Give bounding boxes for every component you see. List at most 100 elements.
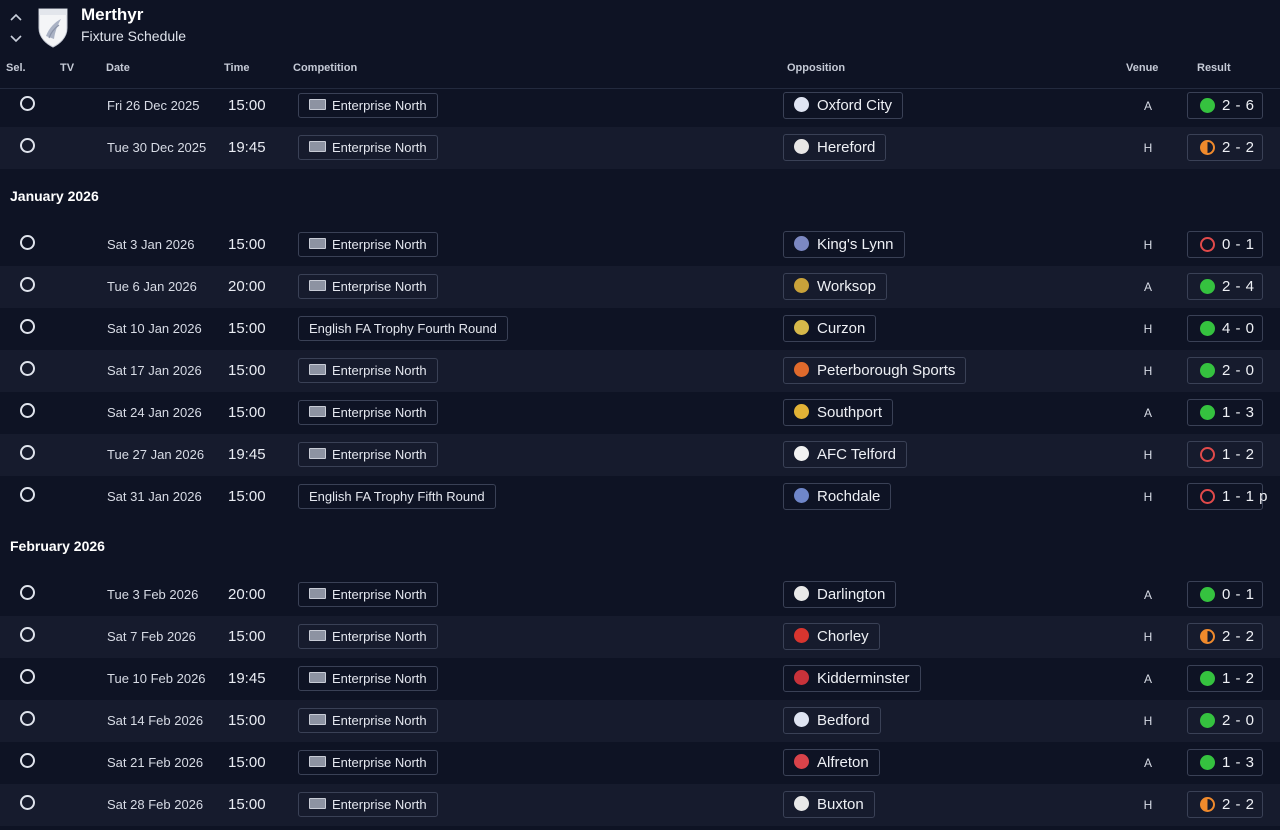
opposition-button[interactable]: Southport xyxy=(783,399,894,426)
select-radio[interactable] xyxy=(20,138,35,153)
competition-name: Enterprise North xyxy=(332,405,427,420)
fixture-row[interactable]: Tue 27 Jan 2026 19:45 Enterprise North AFC … xyxy=(0,434,1280,476)
fixture-date: Sat 7 Feb 2026 xyxy=(107,629,196,644)
opposition-button[interactable]: Chorley xyxy=(783,623,880,650)
fixture-row[interactable]: Tue 10 Feb 2026 19:45 Enterprise North Kidd… xyxy=(0,658,1280,700)
select-radio[interactable] xyxy=(20,235,35,250)
select-radio[interactable] xyxy=(20,487,35,502)
select-radio[interactable] xyxy=(20,361,35,376)
result-button[interactable]: 1 - 2 xyxy=(1187,665,1263,692)
column-header-sel[interactable]: Sel. xyxy=(6,62,26,74)
select-radio[interactable] xyxy=(20,669,35,684)
competition-button[interactable]: English FA Trophy Fifth Round xyxy=(298,484,496,509)
competition-button[interactable]: Enterprise North xyxy=(298,582,438,607)
opposition-button[interactable]: Darlington xyxy=(783,581,897,608)
column-header-competition[interactable]: Competition xyxy=(293,62,357,74)
opposition-button[interactable]: Curzon xyxy=(783,315,877,342)
fixture-row[interactable]: Sat 14 Feb 2026 15:00 Enterprise North Bedf… xyxy=(0,700,1280,742)
chevron-down-icon[interactable] xyxy=(8,28,24,50)
opposition-name: Southport xyxy=(817,404,883,421)
competition-button[interactable]: Enterprise North xyxy=(298,274,438,299)
select-radio[interactable] xyxy=(20,96,35,111)
result-button[interactable]: 1 - 3 xyxy=(1187,749,1263,776)
opposition-button[interactable]: Rochdale xyxy=(783,483,892,510)
result-button[interactable]: 2 - 6 xyxy=(1187,92,1263,119)
competition-button[interactable]: Enterprise North xyxy=(298,708,438,733)
competition-button[interactable]: Enterprise North xyxy=(298,400,438,425)
fixture-row[interactable]: Sat 24 Jan 2026 15:00 Enterprise North Sout… xyxy=(0,392,1280,434)
competition-button[interactable]: Enterprise North xyxy=(298,135,438,160)
result-button[interactable]: 1 - 3 xyxy=(1187,399,1263,426)
result-button[interactable]: 2 - 0 xyxy=(1187,357,1263,384)
select-radio[interactable] xyxy=(20,445,35,460)
opposition-button[interactable]: Alfreton xyxy=(783,749,880,776)
result-button[interactable]: 2 - 0 xyxy=(1187,707,1263,734)
competition-button[interactable]: Enterprise North xyxy=(298,232,438,257)
select-radio[interactable] xyxy=(20,795,35,810)
competition-flag-icon xyxy=(309,406,326,417)
fixture-time: 20:00 xyxy=(228,586,266,603)
result-button[interactable]: 2 - 2 xyxy=(1187,791,1263,818)
competition-button[interactable]: Enterprise North xyxy=(298,792,438,817)
column-header-time[interactable]: Time xyxy=(224,62,249,74)
opposition-button[interactable]: Kidderminster xyxy=(783,665,921,692)
fixture-row[interactable]: Sat 31 Jan 2026 15:00 English FA Trophy Fi… xyxy=(0,476,1280,518)
opposition-button[interactable]: Oxford City xyxy=(783,92,904,119)
competition-button[interactable]: English FA Trophy Fourth Round xyxy=(298,316,508,341)
competition-button[interactable]: Enterprise North xyxy=(298,666,438,691)
competition-button[interactable]: Enterprise North xyxy=(298,442,438,467)
competition-button[interactable]: Enterprise North xyxy=(298,750,438,775)
select-radio[interactable] xyxy=(20,319,35,334)
club-badge-icon xyxy=(794,712,809,727)
opposition-button[interactable]: Bedford xyxy=(783,707,881,734)
select-radio[interactable] xyxy=(20,627,35,642)
club-name[interactable]: Merthyr xyxy=(81,5,143,25)
result-button[interactable]: 4 - 0 xyxy=(1187,315,1263,342)
fixture-time: 19:45 xyxy=(228,670,266,687)
result-button[interactable]: 2 - 4 xyxy=(1187,273,1263,300)
result-button[interactable]: 1 - 2 xyxy=(1187,441,1263,468)
column-header-result[interactable]: Result xyxy=(1197,62,1231,74)
opposition-button[interactable]: AFC Telford xyxy=(783,441,907,468)
select-radio[interactable] xyxy=(20,403,35,418)
select-radio[interactable] xyxy=(20,585,35,600)
fixture-row[interactable]: Sat 3 Jan 2026 15:00 Enterprise North King'… xyxy=(0,224,1280,266)
result-button[interactable]: 0 - 1 xyxy=(1187,231,1263,258)
result-button[interactable]: 2 - 2 xyxy=(1187,134,1263,161)
fixture-row[interactable]: Sat 28 Feb 2026 15:00 Enterprise North Buxt… xyxy=(0,784,1280,826)
club-crest-icon[interactable] xyxy=(37,6,69,48)
competition-button[interactable]: Enterprise North xyxy=(298,624,438,649)
opposition-name: AFC Telford xyxy=(817,446,896,463)
select-radio[interactable] xyxy=(20,277,35,292)
competition-name: English FA Trophy Fifth Round xyxy=(309,489,485,504)
result-button[interactable]: 1 - 1 p xyxy=(1187,483,1268,510)
fixture-row[interactable]: Sat 10 Jan 2026 15:00 English FA Trophy Fo… xyxy=(0,308,1280,350)
result-button[interactable]: 0 - 1 xyxy=(1187,581,1263,608)
fixture-row[interactable]: Tue 30 Dec 2025 19:45 Enterprise North Here… xyxy=(0,127,1280,169)
competition-button[interactable]: Enterprise North xyxy=(298,358,438,383)
opposition-button[interactable]: Peterborough Sports xyxy=(783,357,967,384)
fixture-row[interactable]: Sat 21 Feb 2026 15:00 Enterprise North Alfr… xyxy=(0,742,1280,784)
select-radio[interactable] xyxy=(20,711,35,726)
fixture-row[interactable]: Sat 7 Feb 2026 15:00 Enterprise North Chorl… xyxy=(0,616,1280,658)
opposition-button[interactable]: Buxton xyxy=(783,791,875,818)
column-header-tv[interactable]: TV xyxy=(60,62,74,74)
select-radio[interactable] xyxy=(20,753,35,768)
column-header-venue[interactable]: Venue xyxy=(1126,62,1158,74)
column-header-opposition[interactable]: Opposition xyxy=(787,62,845,74)
column-header-date[interactable]: Date xyxy=(106,62,130,74)
result-button[interactable]: 2 - 2 xyxy=(1187,623,1263,650)
competition-flag-icon xyxy=(309,714,326,725)
opposition-button[interactable]: Hereford xyxy=(783,134,887,161)
fixture-row[interactable]: Tue 6 Jan 2026 20:00 Enterprise North Works… xyxy=(0,266,1280,308)
fixture-time: 15:00 xyxy=(228,404,266,421)
club-badge-icon xyxy=(794,320,809,335)
fixture-row[interactable]: Tue 3 Feb 2026 20:00 Enterprise North Darli… xyxy=(0,574,1280,616)
club-badge-icon xyxy=(794,362,809,377)
opposition-button[interactable]: King's Lynn xyxy=(783,231,905,258)
fixture-row[interactable]: Sat 17 Jan 2026 15:00 Enterprise North Pete… xyxy=(0,350,1280,392)
opposition-button[interactable]: Worksop xyxy=(783,273,887,300)
chevron-up-icon[interactable] xyxy=(8,6,24,28)
competition-button[interactable]: Enterprise North xyxy=(298,93,438,118)
fixture-row[interactable]: Fri 26 Dec 2025 15:00 Enterprise North Oxfo… xyxy=(0,85,1280,127)
